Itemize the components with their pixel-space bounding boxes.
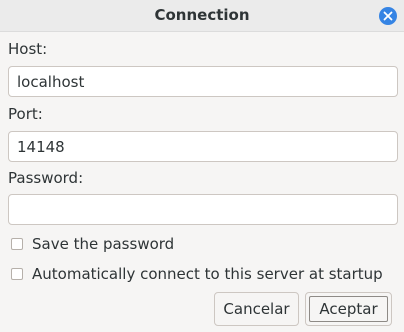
port-input[interactable] [8, 131, 398, 162]
auto-connect-checkbox[interactable] [11, 268, 23, 280]
save-password-option[interactable]: Save the password [11, 234, 174, 254]
port-label: Port: [8, 105, 43, 123]
cancel-button[interactable]: Cancelar [214, 292, 299, 326]
host-label: Host: [8, 40, 48, 58]
auto-connect-label: Automatically connect to this server at … [32, 265, 383, 283]
password-input[interactable] [8, 194, 398, 225]
host-input[interactable] [8, 66, 398, 97]
save-password-label: Save the password [32, 235, 175, 253]
save-password-checkbox[interactable] [11, 238, 23, 250]
close-button[interactable] [379, 7, 397, 25]
password-label: Password: [8, 169, 84, 187]
cancel-button-label: Cancelar [223, 300, 290, 318]
close-icon [383, 11, 393, 21]
accept-button[interactable]: Aceptar [305, 292, 392, 326]
accept-button-label: Aceptar [319, 300, 378, 318]
connection-dialog: Connection Host: Port: Password: Save th… [0, 0, 404, 332]
auto-connect-option[interactable]: Automatically connect to this server at … [11, 264, 383, 284]
titlebar: Connection [0, 0, 404, 32]
dialog-title: Connection [154, 6, 250, 24]
